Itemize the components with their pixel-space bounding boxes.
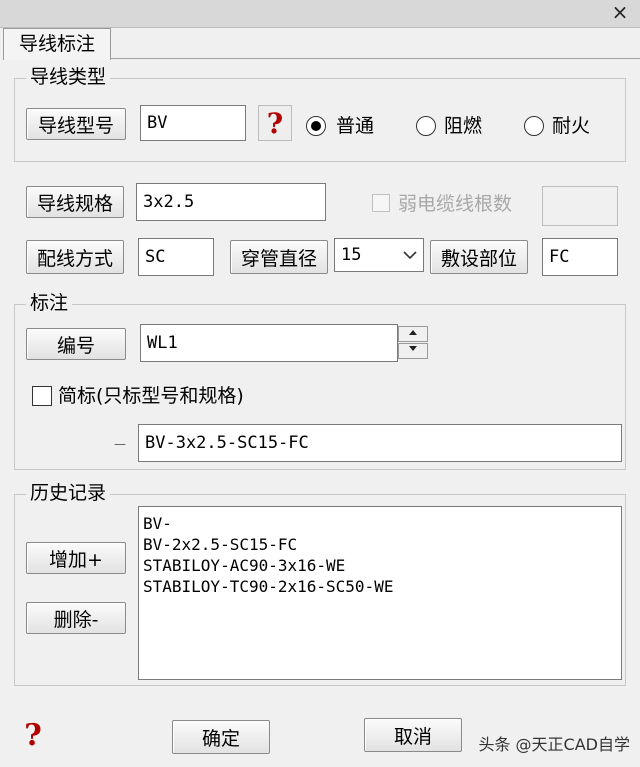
help-icon[interactable]: ?	[18, 718, 48, 754]
radio-fire-resistant-label: 耐火	[552, 115, 591, 137]
watermark: 头条 @天正CAD自学	[478, 735, 630, 754]
wire-model-help-icon[interactable]: ?	[258, 105, 292, 141]
number-spin-up[interactable]	[398, 326, 428, 342]
wire-type-legend: 导线类型	[26, 66, 111, 88]
history-delete-button[interactable]: 删除-	[26, 602, 126, 634]
laying-position-button[interactable]: 敷设部位	[430, 240, 528, 274]
cancel-button[interactable]: 取消	[364, 718, 462, 752]
history-legend: 历史记录	[26, 482, 111, 504]
number-button[interactable]: 编号	[26, 328, 126, 360]
list-item[interactable]: BV-2x2.5-SC15-FC	[143, 534, 617, 555]
tab-wire-annotation[interactable]: 导线标注	[3, 28, 111, 60]
wiring-method-value: SC	[145, 247, 166, 267]
wiring-method-button[interactable]: 配线方式	[26, 240, 124, 274]
weak-cable-label: 弱电缆线根数	[398, 193, 513, 215]
simple-annotation-checkbox[interactable]	[32, 386, 52, 406]
radio-flame-retardant-label: 阻燃	[444, 115, 483, 137]
wire-model-input[interactable]: BV	[140, 105, 246, 141]
laying-position-input[interactable]: FC	[542, 238, 618, 276]
history-list[interactable]: BV- BV-2x2.5-SC15-FC STABILOY-AC90-3x16-…	[138, 506, 622, 680]
wire-spec-value: 3x2.5	[143, 192, 195, 212]
spin-up-icon	[409, 330, 417, 335]
radio-normal[interactable]	[306, 116, 326, 136]
close-button[interactable]: ×	[606, 0, 634, 24]
wire-model-button[interactable]: 导线型号	[26, 108, 126, 140]
tab-divider	[110, 58, 640, 59]
preview-value: BV-3x2.5-SC15-FC	[145, 433, 309, 453]
radio-flame-retardant[interactable]	[416, 116, 436, 136]
list-item[interactable]: STABILOY-AC90-3x16-WE	[143, 555, 617, 576]
list-item[interactable]: STABILOY-TC90-2x16-SC50-WE	[143, 576, 617, 597]
laying-position-value: FC	[549, 247, 570, 267]
wire-spec-input[interactable]: 3x2.5	[136, 183, 326, 221]
pipe-diameter-select[interactable]: 15	[334, 238, 424, 272]
weak-cable-input[interactable]	[542, 186, 618, 226]
history-add-button[interactable]: 增加+	[26, 542, 126, 574]
spin-down-icon	[409, 346, 417, 351]
weak-cable-checkbox[interactable]	[372, 194, 390, 212]
wire-model-value: BV	[147, 113, 168, 133]
radio-fire-resistant[interactable]	[524, 116, 544, 136]
pipe-diameter-value: 15	[341, 245, 362, 265]
annotation-legend: 标注	[26, 292, 73, 314]
radio-normal-label: 普通	[336, 115, 375, 137]
preview-output: BV-3x2.5-SC15-FC	[138, 424, 622, 462]
ok-button[interactable]: 确定	[172, 720, 270, 754]
pipe-diameter-button[interactable]: 穿管直径	[230, 240, 328, 274]
number-value: WL1	[147, 333, 178, 353]
number-input[interactable]: WL1	[140, 324, 398, 362]
preview-dash: —	[114, 437, 126, 451]
list-item[interactable]: BV-	[143, 513, 617, 534]
number-spin-down[interactable]	[398, 343, 428, 359]
chevron-down-icon[interactable]	[403, 250, 417, 260]
simple-annotation-label: 简标(只标型号和规格)	[58, 385, 244, 407]
title-bar	[0, 0, 640, 28]
wiring-method-input[interactable]: SC	[138, 238, 214, 276]
wire-spec-button[interactable]: 导线规格	[26, 186, 124, 218]
